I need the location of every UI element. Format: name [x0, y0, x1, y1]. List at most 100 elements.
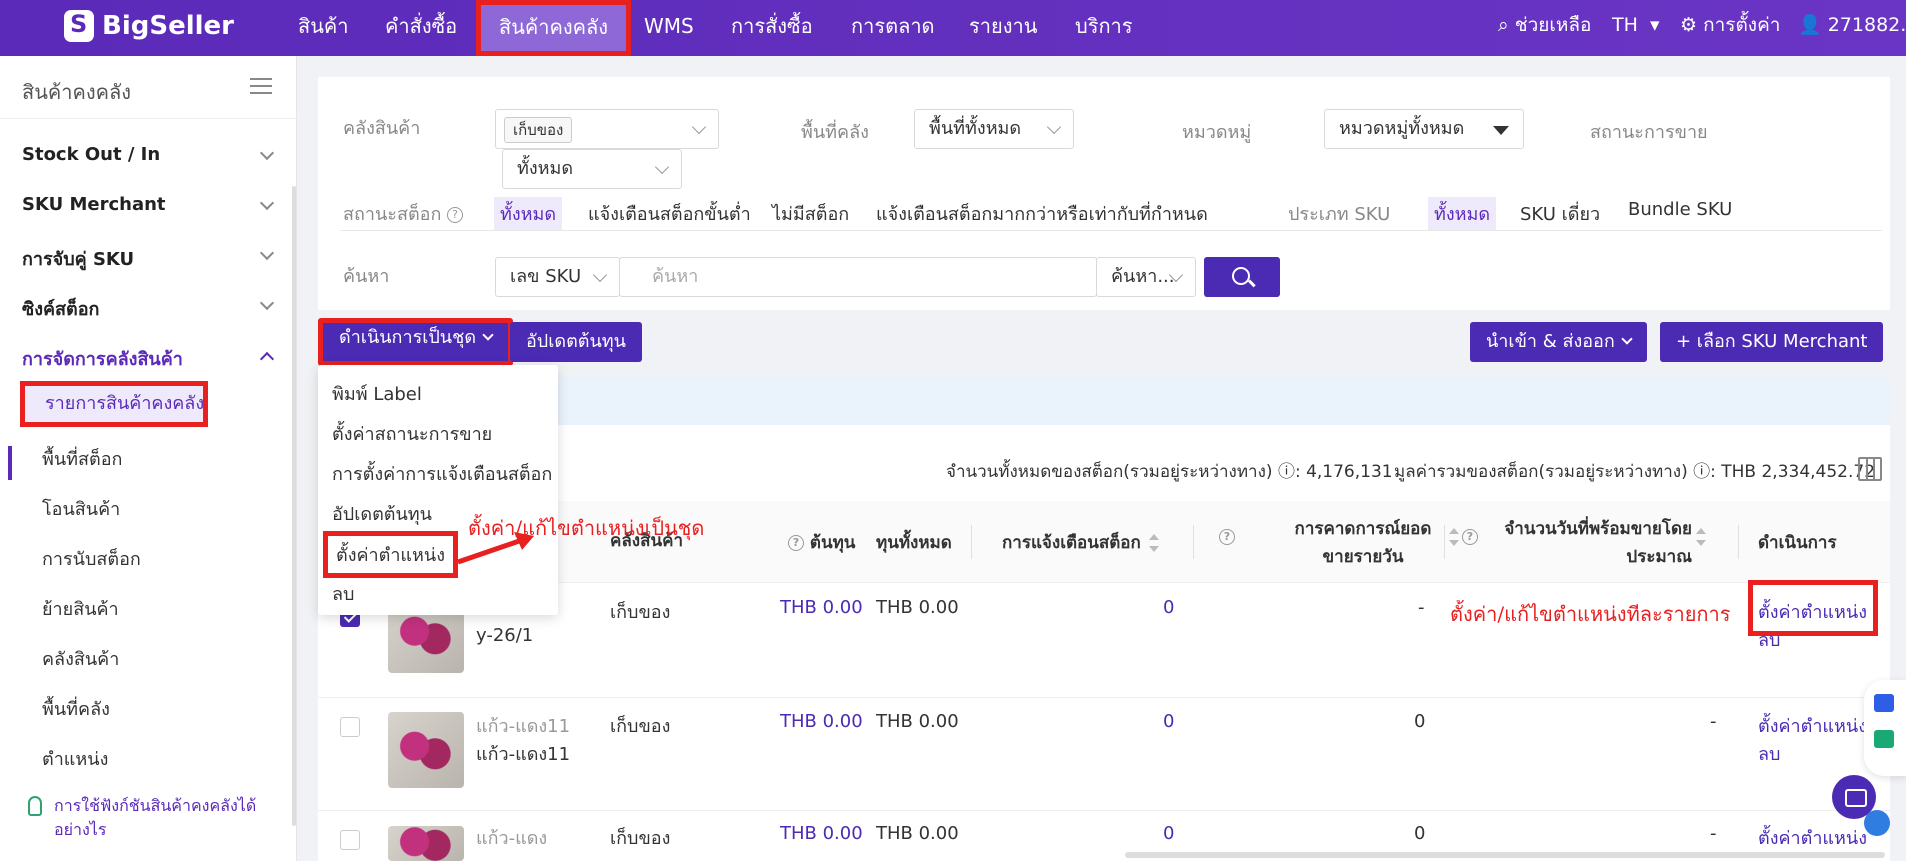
search-mode-select[interactable]: ค้นหา...: [1096, 257, 1196, 297]
sidebar-group-stock-in-out[interactable]: Stock Out / In: [22, 144, 275, 165]
nav-services[interactable]: บริการ: [1075, 0, 1133, 56]
sidebar-item-stock-count[interactable]: การนับสต็อก: [42, 544, 141, 573]
nav-marketing[interactable]: การตลาด: [851, 0, 935, 56]
stock-status-none[interactable]: ไม่มีสต็อก: [772, 199, 849, 228]
warehouse-all-select[interactable]: ทั้งหมด: [502, 149, 682, 189]
choose-sku-merchant-button[interactable]: + เลือก SKU Merchant: [1660, 322, 1884, 362]
sidebar-item-transfer[interactable]: โอนสินค้า: [42, 494, 120, 523]
th-days: จำนวนวันที่พร้อมขายโดยประมาณ: [1504, 519, 1692, 567]
sidebar-group-sku-matching[interactable]: การจับคู่ SKU: [22, 244, 275, 273]
chevron-down-icon: [259, 195, 275, 211]
menu-set-sales-status[interactable]: ตั้งค่าสถานะการขาย: [332, 419, 492, 448]
sidebar-item-warehouse-area[interactable]: พื้นที่คลัง: [42, 694, 110, 723]
sku-type-single[interactable]: SKU เดี่ยว: [1520, 199, 1600, 228]
chevron-down-icon: [654, 159, 670, 175]
menu-set-location[interactable]: ตั้งค่าตำแหน่ง: [323, 531, 458, 578]
sidebar-group-sync-stock[interactable]: ซิงค์สต็อก: [22, 294, 275, 323]
column-divider: [971, 525, 972, 559]
help-icon[interactable]: ?: [1462, 529, 1478, 545]
cost-cell[interactable]: THB 0.00: [780, 711, 863, 732]
sidebar-item-warehouse[interactable]: คลังสินค้า: [42, 644, 119, 673]
help-icon[interactable]: ?: [788, 535, 804, 551]
cost-cell[interactable]: THB 0.00: [780, 823, 863, 844]
th-days-help[interactable]: ?: [1462, 527, 1478, 547]
stock-alert-cell[interactable]: 0: [1163, 597, 1174, 618]
stock-alert-cell[interactable]: 0: [1163, 711, 1174, 732]
sort-icon[interactable]: [1696, 528, 1706, 546]
sku-code: แก้ว-แดง: [476, 828, 548, 849]
sidebar-item-location[interactable]: ตำแหน่ง: [42, 744, 108, 773]
user-menu[interactable]: 👤 271882...: [1798, 0, 1906, 56]
nav-orders[interactable]: คำสั่งซื้อ: [385, 0, 457, 56]
batch-actions-button[interactable]: ดำเนินการเป็นชุด: [318, 318, 514, 366]
delete-link[interactable]: ลบ: [1758, 625, 1780, 654]
search-label: ค้นหา: [343, 266, 390, 287]
delete-link[interactable]: ลบ: [1758, 739, 1780, 768]
menu-print-label[interactable]: พิมพ์ Label: [332, 379, 422, 408]
sku-type-bundle[interactable]: Bundle SKU: [1628, 199, 1732, 220]
category-select[interactable]: หมวดหมู่ทั้งหมด: [1324, 109, 1524, 149]
stock-status-all[interactable]: ทั้งหมด: [494, 197, 563, 230]
sku-name: แก้ว-แดง11: [476, 744, 571, 765]
nav-reports[interactable]: รายงาน: [969, 0, 1037, 56]
nav-purchase[interactable]: การสั่งซื้อ: [731, 0, 813, 56]
set-location-link[interactable]: ตั้งค่าตำแหน่ง: [1758, 711, 1867, 740]
warehouse-select[interactable]: เก็บของ: [495, 109, 719, 149]
sidebar-item-move-goods[interactable]: ย้ายสินค้า: [42, 594, 119, 623]
sidebar-item-inventory-list[interactable]: รายการสินค้าคงคลัง: [20, 381, 208, 427]
language-select[interactable]: TH ▾: [1612, 0, 1660, 56]
product-thumbnail[interactable]: [388, 712, 464, 788]
area-select[interactable]: พื้นที่ทั้งหมด: [914, 109, 1074, 149]
help-link[interactable]: ⌕ ช่วยเหลือ: [1498, 0, 1591, 56]
horizontal-scrollbar[interactable]: [1125, 852, 1885, 858]
chevron-down-icon: [592, 267, 608, 283]
sort-icon[interactable]: [1449, 528, 1459, 546]
th-forecast[interactable]: ?: [1219, 527, 1235, 547]
collapse-sidebar-icon[interactable]: [250, 78, 272, 96]
update-cost-button[interactable]: อัปเดตต้นทุน: [510, 322, 642, 362]
row-checkbox[interactable]: [340, 717, 360, 737]
stock-status-over[interactable]: แจ้งเตือนสต็อกมากกว่าหรือเท่ากับที่กำหนด: [876, 199, 1208, 228]
sku-type-all[interactable]: ทั้งหมด: [1428, 197, 1497, 230]
total-cost-cell: THB 0.00: [876, 711, 959, 732]
cost-cell[interactable]: THB 0.00: [780, 597, 863, 618]
menu-delete[interactable]: ลบ: [332, 579, 354, 608]
menu-update-cost[interactable]: อัปเดตต้นทุน: [332, 499, 432, 528]
sidebar-group-sku-merchant[interactable]: SKU Merchant: [22, 194, 275, 215]
stock-status-low[interactable]: แจ้งเตือนสต็อกขั้นต่ำ: [588, 199, 751, 228]
search-button[interactable]: [1204, 257, 1280, 297]
sidebar-group-warehouse-mgmt[interactable]: การจัดการคลังสินค้า: [22, 344, 275, 373]
help-tip-link[interactable]: การใช้ฟังก์ชันสินค้าคงคลังได้อย่างไร: [28, 794, 268, 842]
set-location-link[interactable]: ตั้งค่าตำแหน่ง: [1758, 597, 1867, 626]
bigseller-logo[interactable]: BigSeller: [64, 10, 234, 42]
settings-link[interactable]: ⚙ การตั้งค่า: [1680, 0, 1780, 56]
product-thumbnail[interactable]: [388, 826, 464, 861]
stock-alert-cell[interactable]: 0: [1163, 823, 1174, 844]
th-stock-alert[interactable]: การแจ้งเตือนสต็อก: [1002, 529, 1159, 556]
help-icon[interactable]: ?: [1219, 529, 1235, 545]
sort-icon[interactable]: [1148, 534, 1159, 552]
menu-stock-alert-settings[interactable]: การตั้งค่าการแจ้งเตือนสต็อก: [332, 459, 552, 488]
sidebar-item-stock-area[interactable]: พื้นที่สต็อก: [42, 444, 122, 473]
import-export-button[interactable]: นำเข้า & ส่งออก: [1470, 322, 1647, 362]
days-cell: -: [1710, 823, 1717, 844]
days-cell: -: [1710, 711, 1717, 732]
search-input[interactable]: ค้นหา: [619, 257, 1097, 297]
th-action: ดำเนินการ: [1758, 533, 1837, 553]
nav-wms[interactable]: WMS: [644, 0, 694, 56]
smile-icon[interactable]: [1864, 810, 1890, 836]
help-icon[interactable]: ?: [447, 207, 464, 223]
th-days-sort[interactable]: [1688, 527, 1706, 547]
row-checkbox[interactable]: [340, 830, 360, 850]
chat-icon[interactable]: [1874, 694, 1894, 712]
nav-products[interactable]: สินค้า: [298, 0, 349, 56]
nav-inventory[interactable]: สินค้าคงคลัง: [476, 0, 632, 56]
batch-location-annotation: ตั้งค่า/แก้ไขตำแหน่งเป็นชุด: [468, 516, 705, 540]
columns-icon[interactable]: [1858, 457, 1882, 481]
warehouse-tag[interactable]: เก็บของ: [504, 117, 573, 143]
book-icon[interactable]: [1874, 730, 1894, 748]
sidebar-scrollbar[interactable]: [292, 186, 296, 826]
set-location-link[interactable]: ตั้งค่าตำแหน่ง: [1758, 823, 1867, 852]
chevron-down-icon: [1046, 119, 1062, 135]
search-field-select[interactable]: เลข SKU: [495, 257, 620, 297]
